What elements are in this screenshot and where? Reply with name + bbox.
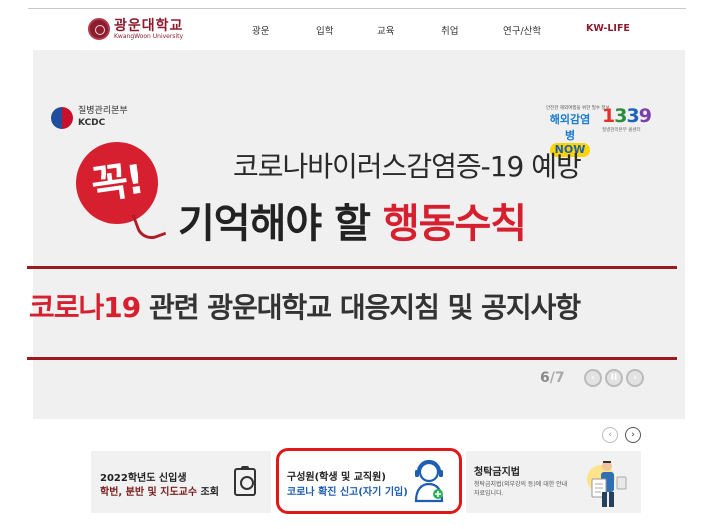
hotline-digit: 1 — [602, 105, 615, 127]
overseas-disease-now-logo: 안전한 해외여행을 위한 필수 정보 해외감염병 NOW — [546, 105, 610, 157]
headline-rules-red: 행동수칙 — [382, 201, 527, 247]
covid-card-title: 구성원(학생 및 교직원) — [287, 472, 386, 483]
menu-item-education[interactable]: 교육 — [377, 23, 394, 37]
banner-headline-prevention: 코로나바이러스감염증-19 예방 — [233, 150, 582, 183]
officer-illustration-icon — [587, 461, 627, 507]
antigraft-card-text: 청탁금지법(외부강의 등)에 대한 안내 자료입니다. — [474, 481, 568, 497]
main-nav: 광운대학교 KwangWoon University 광운 입학 교육 취업 연… — [28, 10, 686, 48]
freshman-card-subtitle-label: 조회 — [200, 487, 219, 498]
kcdc-text: 질병관리본부 KCDC — [78, 106, 128, 129]
freshman-card-subtitle-red: 학번, 분반 및 지도교수 — [100, 487, 198, 498]
slide-next-button[interactable]: › — [626, 369, 644, 387]
headline-rules-black: 기억해야 할 — [178, 201, 371, 247]
logo-text: 광운대학교 KwangWoon University — [114, 19, 183, 40]
university-seal-icon — [88, 18, 110, 40]
quicklink-next-button[interactable]: › — [625, 427, 641, 443]
menu-item-kwangwoon[interactable]: 광운 — [252, 23, 269, 37]
banner-headline-notice: 코로나19 관련 광운대학교 대응지침 및 공지사항 — [29, 286, 581, 326]
hotline-digit: 3 — [626, 105, 639, 127]
slide-counter: 6/7 — [540, 370, 565, 386]
menu-item-kw-life[interactable]: KW-LIFE — [586, 23, 630, 34]
university-logo[interactable]: 광운대학교 KwangWoon University — [88, 16, 183, 42]
hotline-1339-logo: 1339 질병관리본부 콜센터 — [602, 105, 658, 133]
headline-notice-black: 관련 광운대학교 대응지침 및 공지사항 — [149, 291, 581, 324]
top-divider — [28, 0, 686, 9]
kcdc-korean: 질병관리본부 — [78, 106, 128, 116]
covid-card-subtitle: 코로나 확진 신고(자기 기입) — [287, 487, 408, 498]
hotline-digit: 3 — [614, 105, 627, 127]
antigraft-card-title: 청탁금지법 — [474, 467, 520, 478]
travel-mid-text: 해외감염병 — [549, 113, 591, 142]
quicklink-freshman-lookup[interactable]: 2022학년도 신입생 학번, 분반 및 지도교수 조회 — [91, 451, 271, 513]
quicklink-prev-button[interactable]: ‹ — [602, 427, 618, 443]
kcdc-logo: 질병관리본부 KCDC — [51, 106, 128, 129]
slide-prev-button[interactable]: ‹ — [584, 369, 602, 387]
freshman-card-subtitle: 학번, 분반 및 지도교수 조회 — [100, 483, 219, 498]
taegeuk-icon — [51, 106, 73, 129]
hotline-digit: 9 — [638, 105, 652, 127]
hotline-subtitle: 질병관리본부 콜센터 — [602, 128, 641, 133]
logo-english: KwangWoon University — [114, 32, 184, 40]
support-agent-icon — [414, 459, 444, 503]
clipboard-profile-icon — [234, 466, 256, 496]
banner-divider-top — [27, 266, 677, 269]
slide-pause-button[interactable]: II — [605, 369, 623, 387]
quicklink-covid-report[interactable]: 구성원(학생 및 교직원) 코로나 확진 신고(자기 기입) — [276, 448, 462, 514]
banner-divider-bottom — [27, 357, 677, 360]
slide-current: 6 — [540, 370, 550, 386]
menu-item-research[interactable]: 연구/산학 — [503, 23, 541, 37]
slide-total: 7 — [554, 370, 565, 386]
freshman-card-title: 2022학년도 신입생 — [100, 473, 187, 484]
banner-headline-rules: 기억해야 할 행동수칙 — [178, 191, 527, 249]
logo-korean: 광운대학교 — [114, 17, 184, 34]
headline-notice-red: 코로나19 — [29, 291, 141, 324]
hotline-number: 1339 — [602, 105, 658, 127]
kcdc-english: KCDC — [78, 117, 106, 128]
covid-banner-slide[interactable]: 질병관리본부 KCDC 안전한 해외여행을 위한 필수 정보 해외감염병 NOW… — [27, 50, 685, 419]
menu-item-admission[interactable]: 입학 — [316, 23, 333, 37]
menu-item-employment[interactable]: 취업 — [441, 23, 458, 37]
quicklink-anti-graft-act[interactable]: 청탁금지법 청탁금지법(외부강의 등)에 대한 안내 자료입니다. — [466, 451, 641, 513]
